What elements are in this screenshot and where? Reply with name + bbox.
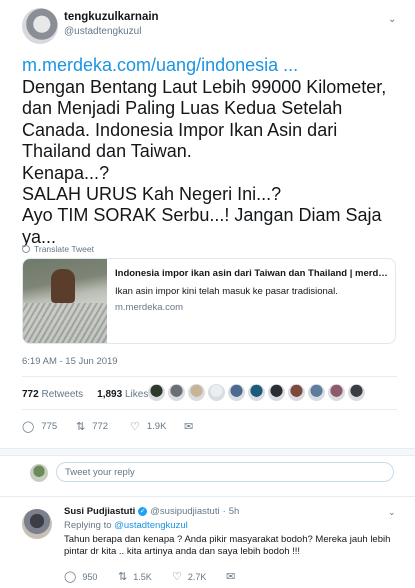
tweet-stats: 772 Retweets 1,893 Likes	[22, 389, 148, 400]
reply-like-count: 2.7K	[187, 571, 207, 582]
reply-input[interactable]: Tweet your reply	[56, 462, 394, 482]
my-avatar	[30, 464, 48, 482]
section-separator	[0, 448, 415, 456]
heart-icon: ♡	[130, 421, 140, 433]
author-name[interactable]: tengkuzulkarnain	[64, 11, 159, 23]
message-button[interactable]: ✉	[184, 420, 193, 433]
liker-avatar[interactable]	[188, 384, 205, 401]
reply-tweet[interactable]: Susi Pudjiastuti ✓ @susipudjiastuti · 5h…	[0, 496, 415, 588]
reply-retweet-button[interactable]: ⇅ 1.5K	[118, 570, 172, 583]
reply-avatar[interactable]	[22, 509, 52, 539]
tweet-line: SALAH URUS Kah Negeri Ini...?	[22, 184, 282, 205]
tweet-line: Thailand dan Taiwan.	[22, 141, 192, 162]
retweet-icon: ⇅	[76, 421, 86, 433]
tweet-line: Ayo TIM SORAK Serbu...! Jangan Diam Saja	[22, 205, 382, 226]
reply-time[interactable]: 5h	[229, 506, 240, 517]
tweet-line: Canada. Indonesia Impor Ikan Asin dari	[22, 119, 338, 140]
reply-message-button[interactable]: ✉	[226, 570, 235, 583]
reply-icon: ◯	[64, 571, 77, 583]
card-domain: m.merdeka.com	[115, 302, 184, 313]
reply-composer: Tweet your reply	[0, 456, 415, 490]
likes-stat-label: Likes	[124, 389, 149, 400]
reply-reply-button[interactable]: ◯ 950	[64, 570, 118, 583]
chevron-down-icon[interactable]: ⌄	[388, 14, 398, 25]
envelope-icon: ✉	[184, 421, 194, 433]
like-button[interactable]: ♡ 1.9K	[130, 420, 184, 433]
link-preview-card[interactable]: Indonesia impor ikan asin dari Taiwan da…	[22, 258, 396, 344]
retweet-count: 772	[92, 421, 109, 432]
chevron-down-icon[interactable]: ⌄	[388, 507, 396, 518]
heart-icon: ♡	[172, 571, 182, 583]
liker-avatar[interactable]	[168, 384, 185, 401]
reply-icon: ◯	[22, 421, 35, 433]
liker-avatars	[148, 384, 365, 401]
divider	[22, 376, 397, 377]
liker-avatar[interactable]	[328, 384, 345, 401]
like-count: 1.9K	[146, 421, 167, 432]
card-title: Indonesia impor ikan asin dari Taiwan da…	[115, 268, 391, 279]
tweet-text: Dengan Bentang Laut Lebih 99000 Kilomete…	[22, 77, 402, 248]
card-image	[23, 259, 107, 343]
reply-text: Tahun berapa dan kenapa ? Anda pikir mas…	[64, 534, 391, 557]
tweet-timestamp[interactable]: 6:19 AM - 15 Jun 2019	[22, 356, 118, 367]
replying-label: Replying to	[64, 520, 112, 531]
likes-stat[interactable]: 1,893 Likes	[97, 389, 148, 400]
liker-avatar[interactable]	[228, 384, 245, 401]
reply-retweet-count: 1.5K	[133, 571, 152, 582]
liker-avatar[interactable]	[148, 384, 165, 401]
globe-icon	[22, 245, 30, 253]
likes-stat-count: 1,893	[97, 389, 123, 400]
replying-to: Replying to @ustadtengkuzul	[64, 520, 188, 531]
reply-header: Susi Pudjiastuti ✓ @susipudjiastuti · 5h	[64, 506, 239, 517]
liker-avatar[interactable]	[248, 384, 265, 401]
reply-like-button[interactable]: ♡ 2.7K	[172, 570, 226, 583]
tweet-line: Dengan Bentang Laut Lebih 99000 Kilomete…	[22, 77, 387, 97]
reply-button[interactable]: ◯ 775	[22, 420, 76, 433]
card-description: Ikan asin impor kini telah masuk ke pasa…	[115, 286, 338, 297]
reply-dot: ·	[222, 506, 226, 517]
liker-avatar[interactable]	[288, 384, 305, 401]
reply-author-name[interactable]: Susi Pudjiastuti	[64, 506, 135, 517]
retweet-icon: ⇅	[118, 571, 128, 583]
divider	[22, 409, 397, 410]
tweet-actions: ◯ 775 ⇅ 772 ♡ 1.9K ✉	[22, 420, 193, 433]
retweets-stat[interactable]: 772 Retweets	[22, 389, 83, 400]
replying-to-handle[interactable]: @ustadtengkuzul	[114, 520, 188, 531]
retweet-button[interactable]: ⇅ 772	[76, 420, 130, 433]
liker-avatar[interactable]	[348, 384, 365, 401]
retweets-stat-label: Retweets	[41, 389, 84, 400]
liker-avatar[interactable]	[308, 384, 325, 401]
reply-author-handle[interactable]: @susipudjiastuti	[150, 506, 219, 517]
reply-reply-count: 950	[82, 571, 98, 582]
liker-avatar[interactable]	[208, 384, 225, 401]
tweet-line: dan Menjadi Paling Luas Kedua Setelah	[22, 98, 343, 119]
reply-count: 775	[41, 421, 58, 432]
author-avatar[interactable]	[22, 8, 58, 44]
translate-tweet-link[interactable]: Translate Tweet	[22, 244, 94, 254]
verified-icon: ✓	[138, 507, 148, 516]
tweet-link[interactable]: m.merdeka.com/uang/indonesia ...	[22, 55, 298, 76]
translate-label: Translate Tweet	[34, 244, 95, 254]
retweets-stat-count: 772	[22, 389, 39, 400]
liker-avatar[interactable]	[268, 384, 285, 401]
author-handle[interactable]: @ustadtengkuzul	[64, 26, 141, 37]
reply-actions: ◯ 950 ⇅ 1.5K ♡ 2.7K ✉	[64, 570, 235, 583]
envelope-icon: ✉	[226, 571, 236, 583]
tweet-line: Kenapa...?	[22, 162, 110, 183]
